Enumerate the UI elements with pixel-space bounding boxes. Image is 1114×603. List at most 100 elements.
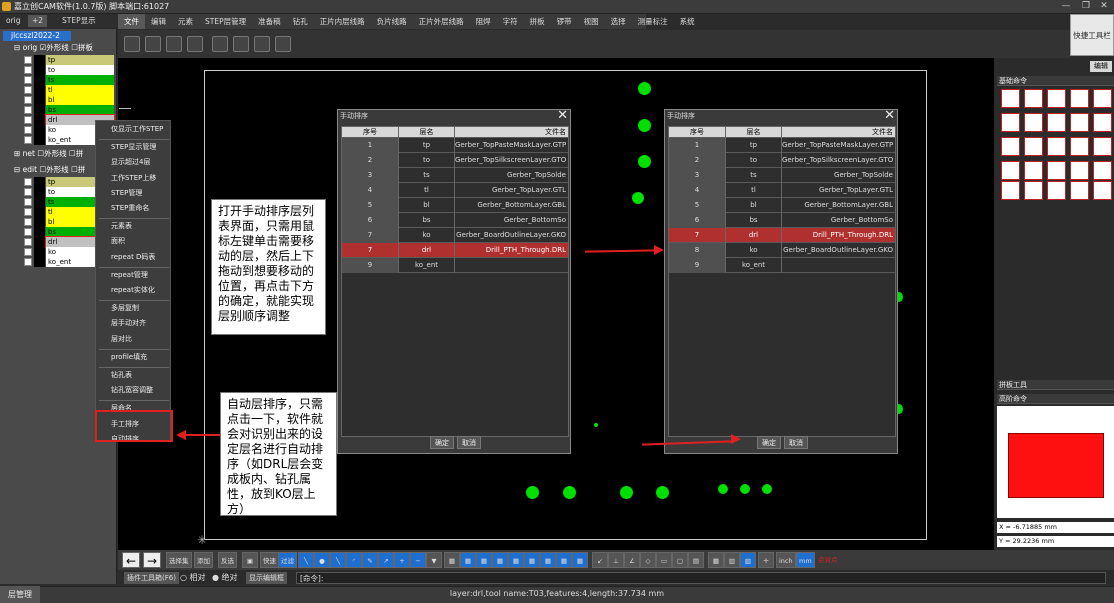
sketch-icon[interactable]: ↗	[378, 552, 394, 568]
layer-swatch[interactable]	[34, 125, 45, 135]
forward-arrow-icon[interactable]: →	[143, 552, 161, 568]
context-menu-item[interactable]: 多层复制	[96, 302, 172, 315]
job-name[interactable]: jlccszl2022-2	[3, 31, 71, 41]
layer-swatch[interactable]	[34, 257, 45, 267]
layer-checkbox[interactable]	[24, 218, 32, 226]
export2-icon[interactable]	[233, 36, 249, 52]
grid7-icon[interactable]: ▦	[540, 552, 556, 568]
rect-tool-icon[interactable]	[1047, 137, 1066, 156]
context-menu-item[interactable]: STEP重命名	[96, 202, 172, 215]
grid5-icon[interactable]: ▦	[508, 552, 524, 568]
shape-icon[interactable]: ◇	[640, 552, 656, 568]
menu-item[interactable]: 准备稿	[252, 14, 287, 29]
layer-checkbox[interactable]	[24, 86, 32, 94]
context-menu-item[interactable]: repeat D码表	[96, 251, 172, 264]
layer-checkbox[interactable]	[24, 66, 32, 74]
layer-checkbox[interactable]	[24, 136, 32, 144]
menu-item[interactable]: 元素	[172, 14, 199, 29]
grid-row[interactable]: 6 bs Gerber_BottomSo	[342, 213, 568, 228]
show-edit-box-button[interactable]: 显示编辑框	[246, 572, 287, 584]
ok-button[interactable]: 确定	[757, 436, 781, 449]
grid-row[interactable]: 1 tp Gerber_TopPasteMaskLayer.GTP	[342, 138, 568, 153]
layer-swatch[interactable]	[34, 75, 45, 85]
menu-item[interactable]: 文件	[118, 14, 145, 29]
layer-checkbox[interactable]	[24, 178, 32, 186]
context-menu-item[interactable]: 层手动对齐	[96, 317, 172, 330]
net-outline-option[interactable]: 外形线	[44, 149, 67, 158]
context-menu-item[interactable]: 仅显示工作STEP	[96, 123, 172, 136]
ok-button[interactable]: 确定	[430, 436, 454, 449]
layer-swatch[interactable]	[34, 65, 45, 75]
cursor-tool-icon[interactable]	[1047, 161, 1066, 180]
orig-panel-option[interactable]: 拼板	[78, 43, 93, 52]
restore-icon[interactable]: ❐	[1078, 1, 1094, 12]
snap-icon[interactable]: ✛	[758, 552, 774, 568]
select-tool-icon[interactable]	[1093, 181, 1112, 200]
import-icon[interactable]	[145, 36, 161, 52]
save-icon[interactable]	[124, 36, 140, 52]
context-menu-item[interactable]: 元素表	[96, 220, 172, 233]
angle-tool-icon[interactable]	[1093, 113, 1112, 132]
hatch-icon[interactable]: ▤	[688, 552, 704, 568]
absolute-radio[interactable]: ● 绝对	[212, 572, 238, 584]
grid-row[interactable]: 5 bl Gerber_BottomLayer.GBL	[669, 198, 895, 213]
add-button[interactable]: 添加	[194, 552, 213, 568]
cancel-button[interactable]: 取消	[457, 436, 481, 449]
grid3-icon[interactable]: ▦	[476, 552, 492, 568]
layer-checkbox[interactable]	[24, 126, 32, 134]
grid6-icon[interactable]: ▦	[524, 552, 540, 568]
zoom-out-icon[interactable]: −	[410, 552, 426, 568]
drill-tool-icon[interactable]	[1070, 89, 1089, 108]
dialog-close-icon[interactable]: ✕	[557, 109, 568, 122]
context-menu-item[interactable]: 工作STEP上移	[96, 172, 172, 185]
layer-checkbox[interactable]	[24, 56, 32, 64]
grid4-icon[interactable]: ▦	[492, 552, 508, 568]
grid-row[interactable]: 8 ko Gerber_BoardOutlineLayer.GKO	[669, 243, 895, 258]
move-tool-icon[interactable]	[1024, 161, 1043, 180]
quick-button[interactable]: 快速	[260, 552, 279, 568]
plugin-toolbox-button[interactable]: 插件工具箱(F6)	[124, 572, 179, 584]
minimize-icon[interactable]: —	[1058, 1, 1074, 12]
line-icon[interactable]: ╲	[298, 552, 314, 568]
stairs-tool-icon[interactable]	[1093, 137, 1112, 156]
layer-row[interactable]: bs	[22, 105, 114, 115]
view2-icon[interactable]	[275, 36, 291, 52]
menu-item[interactable]: 系统	[674, 14, 701, 29]
zoom-in-icon[interactable]: +	[394, 552, 410, 568]
layer-swatch[interactable]	[34, 237, 45, 247]
grid-row[interactable]: 7 drl Drill_PTH_Through.DRL	[669, 228, 895, 243]
layer-swatch[interactable]	[34, 135, 45, 145]
layer-swatch[interactable]	[34, 95, 45, 105]
layer-swatch[interactable]	[34, 115, 45, 125]
context-menu-item[interactable]: repeat管理	[96, 269, 172, 282]
layer-swatch[interactable]	[34, 177, 45, 187]
menu-item[interactable]: 选择	[605, 14, 632, 29]
layer-row[interactable]: ts	[22, 75, 114, 85]
quick-toolbar-button[interactable]: 快捷工具栏	[1070, 14, 1114, 56]
select-tool-icon[interactable]	[1001, 181, 1020, 200]
layer-swatch[interactable]	[34, 217, 45, 227]
tab-orig[interactable]: orig	[2, 15, 25, 27]
panel-icon[interactable]: ▧	[740, 552, 756, 568]
export-icon[interactable]	[166, 36, 182, 52]
filter-funnel-icon[interactable]: ▼	[426, 552, 442, 568]
net-panel-option[interactable]: 拼	[76, 149, 84, 158]
bridge-tool-icon[interactable]	[1047, 113, 1066, 132]
grid-row[interactable]: 5 bl Gerber_BottomLayer.GBL	[342, 198, 568, 213]
layer-checkbox[interactable]	[24, 188, 32, 196]
break-tool-icon[interactable]	[1001, 113, 1020, 132]
menu-item[interactable]: 阻焊	[470, 14, 497, 29]
circle-icon[interactable]: ●	[314, 552, 330, 568]
grid-row[interactable]: 4 tl Gerber_TopLayer.GTL	[669, 183, 895, 198]
polyline-icon[interactable]: ╲	[330, 552, 346, 568]
menu-item[interactable]: 拼板	[524, 14, 551, 29]
grid-row[interactable]: 6 bs Gerber_BottomSo	[669, 213, 895, 228]
group-edit[interactable]: ⊟ edit ☐外形线 ☐拼	[14, 165, 85, 175]
layer-checkbox[interactable]	[24, 76, 32, 84]
grid-row[interactable]: 9 ko_ent	[342, 258, 568, 273]
layer-swatch[interactable]	[34, 187, 45, 197]
close-icon[interactable]: ✕	[1096, 1, 1112, 12]
funnel-tool-icon[interactable]	[1001, 161, 1020, 180]
layer-order-grid[interactable]: 序号 层名 文件名 1 tp Gerber_TopPasteMaskLayer.GTP 2 t…	[668, 126, 896, 437]
menu-item[interactable]: 正片内层线路	[314, 14, 371, 29]
